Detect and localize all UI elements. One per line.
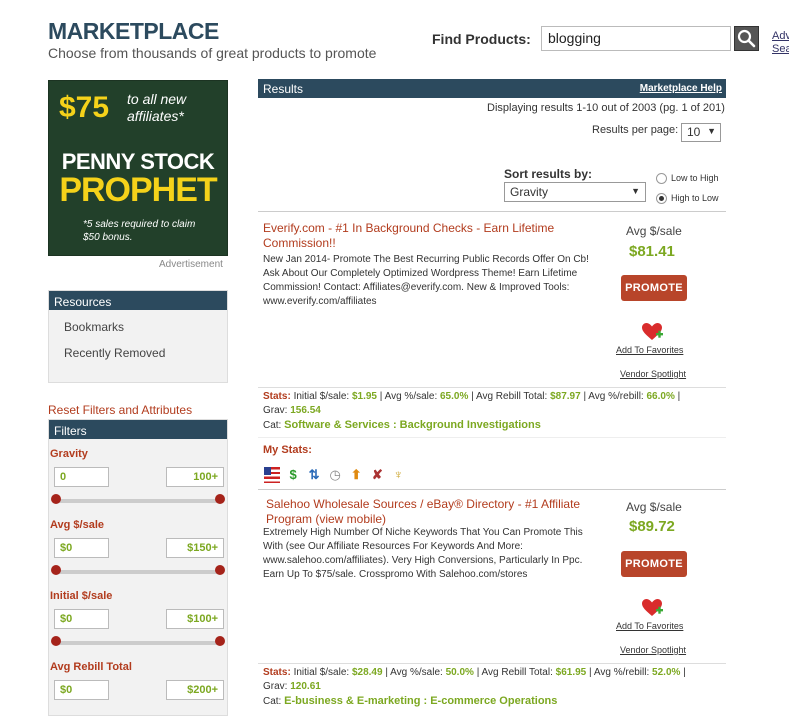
resource-bookmarks[interactable]: Bookmarks bbox=[64, 320, 227, 334]
filter-min-input[interactable]: $0 bbox=[54, 609, 109, 629]
results-per-page-label: Results per page: bbox=[592, 124, 679, 136]
radio-selected-icon bbox=[656, 193, 667, 205]
slider-max-handle[interactable] bbox=[215, 565, 225, 575]
add-to-favorites-link[interactable]: Add To Favorites bbox=[616, 621, 683, 631]
listing-divider bbox=[258, 437, 726, 438]
listing-stats: Stats: Initial $/sale: $1.95 | Avg %/sal… bbox=[258, 387, 726, 433]
product-title-link[interactable]: Everify.com - #1 In Background Checks - … bbox=[263, 221, 593, 251]
results-per-page-select[interactable]: 10 ▼ bbox=[681, 123, 721, 142]
search-icon bbox=[737, 29, 756, 48]
filter-label: Initial $/sale bbox=[50, 590, 113, 602]
add-favorite-icon[interactable] bbox=[641, 322, 663, 342]
vendor-spotlight-link[interactable]: Vendor Spotlight bbox=[620, 369, 686, 379]
filter-label: Avg Rebill Total bbox=[50, 661, 132, 673]
listing-icons: $ ⇅ ◷ ⬆ ✘ ♆ bbox=[264, 467, 408, 483]
resources-panel: Resources Bookmarks Recently Removed bbox=[48, 290, 228, 383]
slider-min-handle[interactable] bbox=[51, 636, 61, 646]
filter-max-input[interactable]: $100+ bbox=[166, 609, 224, 629]
search-button[interactable] bbox=[734, 26, 759, 51]
add-favorite-icon[interactable] bbox=[641, 598, 663, 618]
sort-select[interactable]: Gravity ▼ bbox=[504, 182, 646, 202]
filter-avg-sale: Avg $/sale $0 $150+ bbox=[49, 510, 227, 581]
ad-tagline: to all new affiliates* bbox=[127, 91, 187, 124]
slider-max-handle[interactable] bbox=[215, 636, 225, 646]
sort-low-to-high-radio[interactable]: Low to High bbox=[656, 173, 719, 185]
slider-min-handle[interactable] bbox=[51, 565, 61, 575]
filter-min-input[interactable]: $0 bbox=[54, 538, 109, 558]
results-title: Results bbox=[263, 82, 304, 96]
ad-caption: Advertisement bbox=[159, 259, 223, 270]
filter-gravity: Gravity 0 100+ bbox=[49, 439, 227, 510]
slider-max-handle[interactable] bbox=[215, 494, 225, 504]
avg-sale-label: Avg $/sale bbox=[626, 500, 682, 514]
filter-avg-rebill: Avg Rebill Total $0 $200+ bbox=[49, 652, 227, 716]
promote-button[interactable]: PROMOTE bbox=[621, 551, 687, 577]
filters-title: Filters bbox=[49, 420, 227, 439]
results-header: Results Marketplace Help bbox=[258, 79, 726, 98]
filter-slider-track[interactable] bbox=[55, 499, 221, 503]
filter-max-input[interactable]: 100+ bbox=[166, 467, 224, 487]
resources-title: Resources bbox=[49, 291, 227, 310]
listing-divider bbox=[258, 211, 726, 212]
avg-sale-label: Avg $/sale bbox=[626, 224, 682, 238]
filter-max-input[interactable]: $150+ bbox=[166, 538, 224, 558]
promote-button[interactable]: PROMOTE bbox=[621, 275, 687, 301]
lamp-icon: ♆ bbox=[393, 467, 404, 482]
up-arrow-icon: ⬆ bbox=[350, 467, 362, 482]
sort-high-to-low-radio[interactable]: High to Low bbox=[656, 193, 719, 205]
chevron-down-icon: ▼ bbox=[707, 126, 716, 136]
listing-stats: Stats: Initial $/sale: $28.49 | Avg %/sa… bbox=[258, 663, 726, 716]
filter-min-input[interactable]: $0 bbox=[54, 680, 109, 700]
dollar-icon: $ bbox=[289, 467, 297, 482]
filters-panel: Filters Gravity 0 100+ Avg $/sale $0 $15… bbox=[48, 419, 228, 716]
clock-icon: ◷ bbox=[329, 467, 341, 482]
my-stats-label: My Stats: bbox=[263, 444, 312, 456]
chevron-down-icon: ▼ bbox=[631, 186, 640, 196]
slider-min-handle[interactable] bbox=[51, 494, 61, 504]
advertisement-banner[interactable]: $75 to all new affiliates* PENNY STOCK P… bbox=[48, 80, 228, 256]
filter-min-input[interactable]: 0 bbox=[54, 467, 109, 487]
exchange-icon: ⇅ bbox=[308, 467, 320, 482]
tools-icon: ✘ bbox=[371, 467, 383, 482]
radio-icon bbox=[656, 173, 667, 185]
search-input[interactable]: blogging bbox=[541, 26, 731, 51]
product-description: Extremely High Number Of Niche Keywords … bbox=[263, 527, 583, 580]
sort-label: Sort results by: bbox=[504, 167, 593, 181]
vendor-spotlight-link[interactable]: Vendor Spotlight bbox=[620, 645, 686, 655]
listing-divider bbox=[258, 489, 726, 490]
ad-note: *5 sales required to claim $50 bonus. bbox=[83, 219, 196, 243]
ad-headline-2: PROPHET bbox=[59, 171, 217, 209]
filter-slider-track[interactable] bbox=[55, 641, 221, 645]
category-link[interactable]: Software & Services : Background Investi… bbox=[284, 419, 541, 431]
add-to-favorites-link[interactable]: Add To Favorites bbox=[616, 345, 683, 355]
filter-initial-sale: Initial $/sale $0 $100+ bbox=[49, 581, 227, 652]
filter-label: Avg $/sale bbox=[50, 519, 105, 531]
resource-recently-removed[interactable]: Recently Removed bbox=[64, 346, 227, 360]
results-count: Displaying results 1-10 out of 2003 (pg.… bbox=[487, 102, 725, 114]
filter-max-input[interactable]: $200+ bbox=[166, 680, 224, 700]
page-subtitle: Choose from thousands of great products … bbox=[48, 45, 377, 61]
advanced-search-link[interactable]: Adv Sea bbox=[772, 30, 789, 56]
filter-label: Gravity bbox=[50, 448, 88, 460]
avg-sale-value: $89.72 bbox=[629, 518, 675, 535]
reset-filters-link[interactable]: Reset Filters and Attributes bbox=[48, 403, 192, 417]
filter-slider-track[interactable] bbox=[55, 570, 221, 574]
category-link[interactable]: E-business & E-marketing : E-commerce Op… bbox=[284, 695, 557, 707]
us-flag-icon bbox=[264, 467, 280, 483]
marketplace-help-link[interactable]: Marketplace Help bbox=[640, 83, 722, 94]
avg-sale-value: $81.41 bbox=[629, 243, 675, 260]
find-products-label: Find Products: bbox=[432, 31, 531, 47]
product-description: New Jan 2014- Promote The Best Recurring… bbox=[263, 254, 589, 307]
ad-price: $75 bbox=[59, 91, 110, 124]
product-title-link[interactable]: Salehoo Wholesale Sources / eBay® Direct… bbox=[266, 497, 596, 527]
page-title: MARKETPLACE bbox=[48, 18, 219, 44]
